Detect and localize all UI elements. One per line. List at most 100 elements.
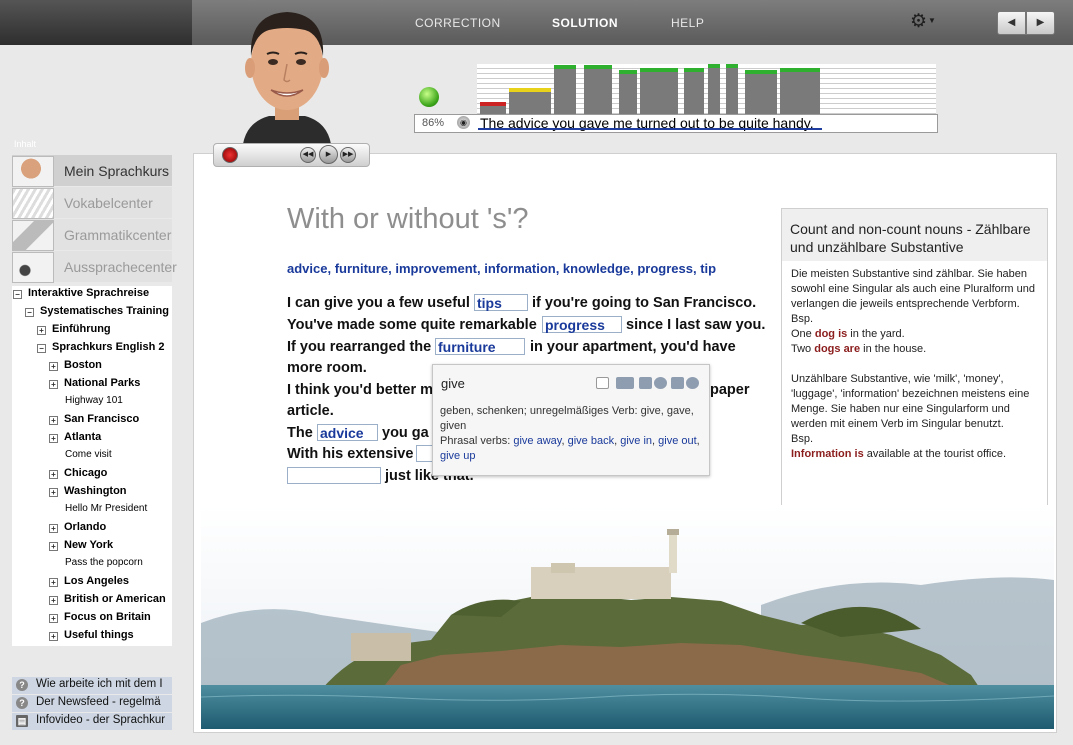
meter-bar xyxy=(708,64,720,114)
expand-icon[interactable]: + xyxy=(49,434,58,443)
module-aussprachecenter[interactable]: Aussprachecenter xyxy=(12,251,177,283)
tree-item[interactable]: San Francisco xyxy=(64,413,171,425)
tree-item[interactable]: Sprachkurs English 2 xyxy=(52,341,171,353)
font-icon[interactable] xyxy=(596,377,609,389)
module-grammatikcenter[interactable]: Grammatikcenter xyxy=(12,219,172,251)
speaker-icon[interactable] xyxy=(654,377,667,389)
tree-item[interactable]: Focus on Britain xyxy=(64,611,171,623)
tree-item[interactable]: Useful things xyxy=(64,629,171,641)
meter-bar-cap xyxy=(554,65,576,69)
female-symbol-icon[interactable] xyxy=(671,377,684,389)
meter-bar-cap xyxy=(640,68,678,72)
collapse-icon[interactable]: − xyxy=(25,308,34,317)
answer-field[interactable]: advice xyxy=(317,424,378,441)
previous-button[interactable]: ◀ xyxy=(997,11,1026,35)
meter-bar-cap xyxy=(745,70,777,74)
meter-bar xyxy=(480,102,506,114)
sentence-line: With his extensive xyxy=(287,446,414,462)
speaker-icon[interactable]: ◉ xyxy=(457,116,470,129)
module-mein-sprachkurs[interactable]: Mein Sprachkurs xyxy=(12,155,172,187)
tree-item[interactable]: New York xyxy=(64,539,171,551)
tree-item[interactable]: Orlando xyxy=(64,521,171,533)
example-text: in the yard. xyxy=(847,328,905,340)
expand-icon[interactable]: + xyxy=(37,326,46,335)
collapse-icon[interactable]: − xyxy=(13,290,22,299)
rewind-button[interactable]: ◀◀ xyxy=(300,147,316,163)
popup-definition: geben, schenken; unregelmäßiges Verb: gi… xyxy=(440,405,700,462)
book-pages-icon xyxy=(12,188,54,219)
phrasal-link[interactable]: give in xyxy=(620,435,652,447)
meter-bar-cap xyxy=(480,102,506,106)
answer-field[interactable] xyxy=(287,467,381,484)
gear-icon[interactable]: ⚙▼ xyxy=(910,12,936,32)
tree-item[interactable]: National Parks xyxy=(64,377,171,389)
help-item[interactable]: ? Der Newsfeed - regelmä xyxy=(12,695,172,712)
tab-help[interactable]: HELP xyxy=(671,16,704,30)
male-symbol-icon[interactable] xyxy=(639,377,652,389)
expand-icon[interactable]: + xyxy=(49,614,58,623)
next-button[interactable]: ▶ xyxy=(1026,11,1055,35)
answer-field[interactable]: progress xyxy=(542,316,622,333)
flag-icon[interactable] xyxy=(616,377,634,389)
help-icon: ? xyxy=(16,679,28,691)
speaker-icon[interactable] xyxy=(686,377,699,389)
expand-icon[interactable]: + xyxy=(49,488,58,497)
help-icon: ? xyxy=(16,697,28,709)
phrasal-link[interactable]: give up xyxy=(440,450,475,462)
person-headset-icon xyxy=(12,156,54,187)
sentence-text: You've made some quite remarkable xyxy=(287,317,537,333)
expand-icon[interactable]: + xyxy=(49,524,58,533)
score-percent: 86% xyxy=(422,117,445,129)
tree-item[interactable]: Einführung xyxy=(52,323,171,335)
tree-item[interactable]: Highway 101 xyxy=(65,395,171,406)
sentence-text: in your apartment, you'd have xyxy=(530,339,736,355)
sentence-text: If you rearranged the xyxy=(287,339,432,355)
sentence-text: if you're going to San Francisco. xyxy=(532,295,757,311)
expand-icon[interactable]: + xyxy=(49,362,58,371)
tree-item[interactable]: Atlanta xyxy=(64,431,171,443)
answer-field[interactable]: furniture xyxy=(435,338,525,355)
tree-item[interactable]: Systematisches Training xyxy=(40,305,171,317)
tree-item[interactable]: Washington xyxy=(64,485,171,497)
expand-icon[interactable]: + xyxy=(49,542,58,551)
expand-icon[interactable]: + xyxy=(49,632,58,641)
tree-item[interactable]: Pass the popcorn xyxy=(65,557,171,568)
expand-icon[interactable]: + xyxy=(49,380,58,389)
sentence-text: since I last saw you. xyxy=(626,317,766,333)
expand-icon[interactable]: + xyxy=(49,416,58,425)
tab-correction[interactable]: CORRECTION xyxy=(415,16,501,30)
sentence-line: I can give you a few useful xyxy=(287,295,470,311)
sentence-line: You've made some quite remarkable xyxy=(287,317,537,333)
tree-item[interactable]: Interaktive Sprachreise xyxy=(28,287,171,299)
phrasal-link[interactable]: give back xyxy=(568,435,614,447)
tree-item[interactable]: Chicago xyxy=(64,467,171,479)
help-item[interactable]: ? Wie arbeite ich mit dem I xyxy=(12,677,172,694)
phrasal-link[interactable]: give away xyxy=(513,435,561,447)
play-button[interactable]: ▶ xyxy=(319,145,338,164)
phrasal-link[interactable]: give out xyxy=(658,435,697,447)
tutor-avatar xyxy=(233,12,341,144)
info-paragraph: Unzählbare Substantive, wie 'milk', 'mon… xyxy=(791,373,1030,430)
example-highlight: dogs are xyxy=(814,343,861,355)
tree-item[interactable]: Boston xyxy=(64,359,171,371)
expand-icon[interactable]: + xyxy=(49,578,58,587)
answer-field[interactable]: tips xyxy=(474,294,528,311)
meter-bar-cap xyxy=(684,68,704,72)
module-vokabelcenter[interactable]: Vokabelcenter xyxy=(12,187,172,219)
tree-item[interactable]: Hello Mr President xyxy=(65,503,171,514)
expand-icon[interactable]: + xyxy=(49,470,58,479)
expand-icon[interactable]: + xyxy=(49,596,58,605)
tree-item[interactable]: British or American xyxy=(64,593,171,605)
help-item[interactable]: ▤ Infovideo - der Sprachkur xyxy=(12,713,172,730)
sentence-text: I can give you a few useful xyxy=(287,295,470,311)
meter-bar xyxy=(780,68,820,114)
sentence-line: since I last saw you. xyxy=(626,317,765,333)
sentence-line: paper xyxy=(710,382,750,398)
meter-bar xyxy=(745,70,777,114)
tree-item[interactable]: Come visit xyxy=(65,449,171,460)
collapse-icon[interactable]: − xyxy=(37,344,46,353)
record-button[interactable] xyxy=(222,147,238,163)
tab-solution[interactable]: SOLUTION xyxy=(552,16,618,30)
tree-item[interactable]: Los Angeles xyxy=(64,575,171,587)
forward-button[interactable]: ▶▶ xyxy=(340,147,356,163)
